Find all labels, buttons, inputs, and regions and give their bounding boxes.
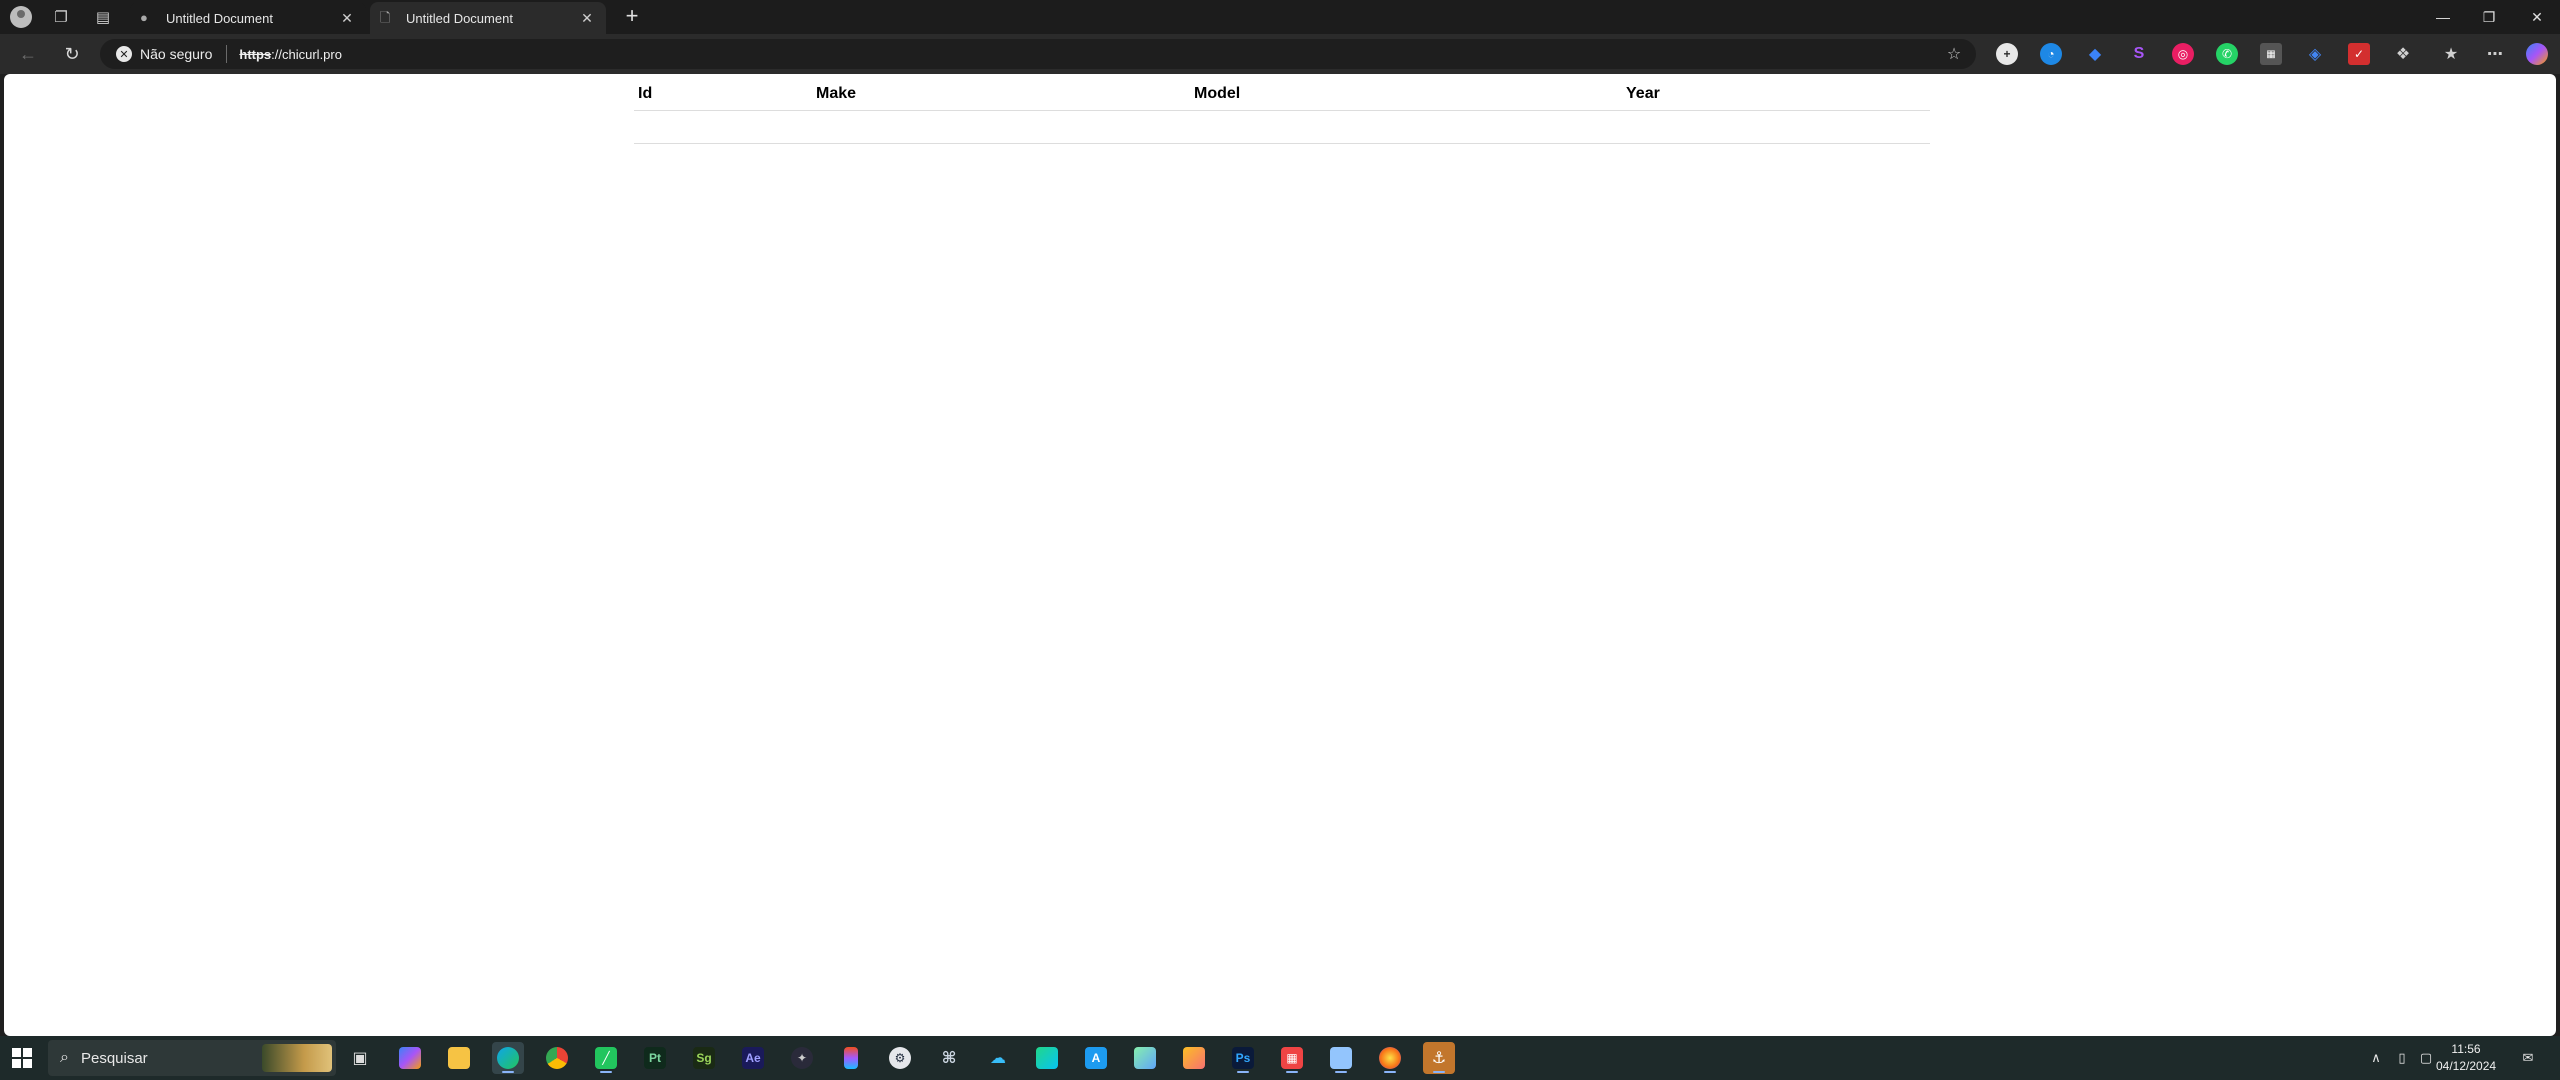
cookie-extension-icon[interactable]: ▦: [2260, 43, 2282, 65]
url-text[interactable]: https://chicurl.pro: [239, 47, 342, 62]
table-cell: [1622, 110, 1930, 144]
photoshop-icon[interactable]: Ps: [1227, 1042, 1259, 1074]
edge-browser-icon[interactable]: [492, 1042, 524, 1074]
file-explorer-icon[interactable]: [443, 1042, 475, 1074]
not-secure-icon[interactable]: ✕: [116, 46, 132, 62]
refresh-icon[interactable]: ↻: [60, 42, 84, 66]
network-tool-icon[interactable]: ⌘: [933, 1042, 965, 1074]
favorites-icon[interactable]: ★: [2440, 43, 2462, 65]
column-header-model: Model: [1190, 80, 1622, 111]
network-icon[interactable]: ▢: [2416, 1048, 2436, 1068]
battery-icon[interactable]: ▯: [2392, 1048, 2412, 1068]
chrome-icon[interactable]: [541, 1042, 573, 1074]
url-scheme: https: [239, 46, 272, 62]
tab-strip: ❐ ▤ ● Untitled Document ✕ 🗋 Untitled Doc…: [0, 0, 2560, 34]
notifications-icon[interactable]: ✉: [2518, 1048, 2538, 1068]
substance-designer-icon[interactable]: Sg: [688, 1042, 720, 1074]
close-window-icon[interactable]: ✕: [2514, 4, 2560, 30]
page-viewport: Id Make Model Year: [4, 74, 2556, 1036]
profile-avatar-icon[interactable]: [10, 6, 32, 28]
search-placeholder: Pesquisar: [80, 1049, 148, 1067]
copilot-app-icon[interactable]: [394, 1042, 426, 1074]
restore-icon[interactable]: ❐: [2466, 4, 2512, 30]
add-extension-icon[interactable]: +: [1996, 43, 2018, 65]
task-view-icon[interactable]: ▣: [344, 1042, 376, 1074]
table-cell: [634, 110, 812, 144]
minimize-icon[interactable]: —: [2420, 4, 2466, 30]
app-store-icon[interactable]: A: [1080, 1042, 1112, 1074]
column-header-id: Id: [634, 80, 812, 111]
copilot-icon[interactable]: [2526, 43, 2548, 65]
pocket-extension-icon[interactable]: ✓: [2348, 43, 2370, 65]
security-label[interactable]: Não seguro: [140, 46, 212, 62]
steam-icon[interactable]: ⚙: [884, 1042, 916, 1074]
clock-date: 04/12/2024: [2436, 1059, 2497, 1073]
notepad-icon[interactable]: [1325, 1042, 1357, 1074]
workspaces-icon[interactable]: ❐: [50, 6, 72, 28]
tab-untitled-document-2[interactable]: 🗋 Untitled Document ✕: [370, 2, 606, 34]
address-bar[interactable]: ✕ Não seguro https://chicurl.pro ☆: [100, 39, 1976, 69]
chat-extension-icon[interactable]: ◔: [2040, 43, 2062, 65]
table-cell: [1190, 110, 1622, 144]
more-options-icon[interactable]: ⋯: [2484, 43, 2506, 65]
favorite-star-icon[interactable]: ☆: [1944, 44, 1964, 64]
browser-window: ❐ ▤ ● Untitled Document ✕ 🗋 Untitled Doc…: [0, 0, 2560, 1036]
gallery-icon[interactable]: [1178, 1042, 1210, 1074]
tab-title: Untitled Document: [406, 10, 513, 26]
search-icon: ⌕: [60, 1049, 69, 1066]
davinci-resolve-icon[interactable]: ✦: [786, 1042, 818, 1074]
translate-extension-icon[interactable]: ◈: [2304, 43, 2326, 65]
whatsapp-extension-icon[interactable]: ✆: [2216, 43, 2238, 65]
calendar-app-icon[interactable]: ▦: [1276, 1042, 1308, 1074]
extensions-puzzle-icon[interactable]: ❖: [2392, 43, 2414, 65]
figma-icon[interactable]: [835, 1042, 867, 1074]
search-highlight-image: [262, 1044, 332, 1072]
windows-taskbar: ⌕ Pesquisar ▣ ╱ Pt Sg Ae ✦ ⚙ ⌘ ☁ A Ps ▦ …: [0, 1036, 2560, 1080]
jetbrains-app-icon[interactable]: [1031, 1042, 1063, 1074]
table-header-row: Id Make Model Year: [634, 80, 1930, 111]
s-extension-icon[interactable]: S: [2128, 43, 2150, 65]
show-hidden-icons-icon[interactable]: ∧: [2366, 1048, 2386, 1068]
tab-untitled-document-1[interactable]: ● Untitled Document ✕: [130, 2, 366, 34]
clock-time: 11:56: [2451, 1042, 2481, 1056]
windows-start-icon[interactable]: [12, 1048, 32, 1068]
back-arrow-icon[interactable]: ←: [16, 42, 40, 66]
after-effects-icon[interactable]: Ae: [737, 1042, 769, 1074]
close-tab-icon[interactable]: ✕: [578, 9, 596, 27]
clock[interactable]: 11:56 04/12/2024: [2436, 1041, 2496, 1075]
green-app-icon[interactable]: ╱: [590, 1042, 622, 1074]
substance-painter-icon[interactable]: Pt: [639, 1042, 671, 1074]
table-cell: [812, 110, 1190, 144]
cloud-app-icon[interactable]: ☁: [982, 1042, 1014, 1074]
table-row: [634, 110, 1930, 144]
tag-extension-icon[interactable]: ◆: [2084, 43, 2106, 65]
tab-title: Untitled Document: [166, 10, 273, 26]
browser-toolbar: ← ↻ ✕ Não seguro https://chicurl.pro ☆ +…: [0, 34, 2560, 74]
taskbar-search-box[interactable]: ⌕ Pesquisar: [48, 1040, 336, 1076]
firefox-icon[interactable]: [1374, 1042, 1406, 1074]
record-extension-icon[interactable]: ◎: [2172, 43, 2194, 65]
url-host: ://chicurl.pro: [271, 46, 342, 62]
page-favicon-icon: 🗋: [380, 10, 391, 25]
photos-icon[interactable]: [1129, 1042, 1161, 1074]
tab-favicon-icon: ●: [140, 10, 148, 25]
docker-icon[interactable]: ⚓: [1423, 1042, 1455, 1074]
vertical-tabs-icon[interactable]: ▤: [92, 6, 114, 28]
new-tab-icon[interactable]: +: [620, 5, 644, 29]
cars-table: Id Make Model Year: [634, 80, 1930, 144]
close-tab-icon[interactable]: ✕: [338, 9, 356, 27]
address-separator: [226, 45, 228, 63]
column-header-year: Year: [1622, 80, 1930, 111]
column-header-make: Make: [812, 80, 1190, 111]
